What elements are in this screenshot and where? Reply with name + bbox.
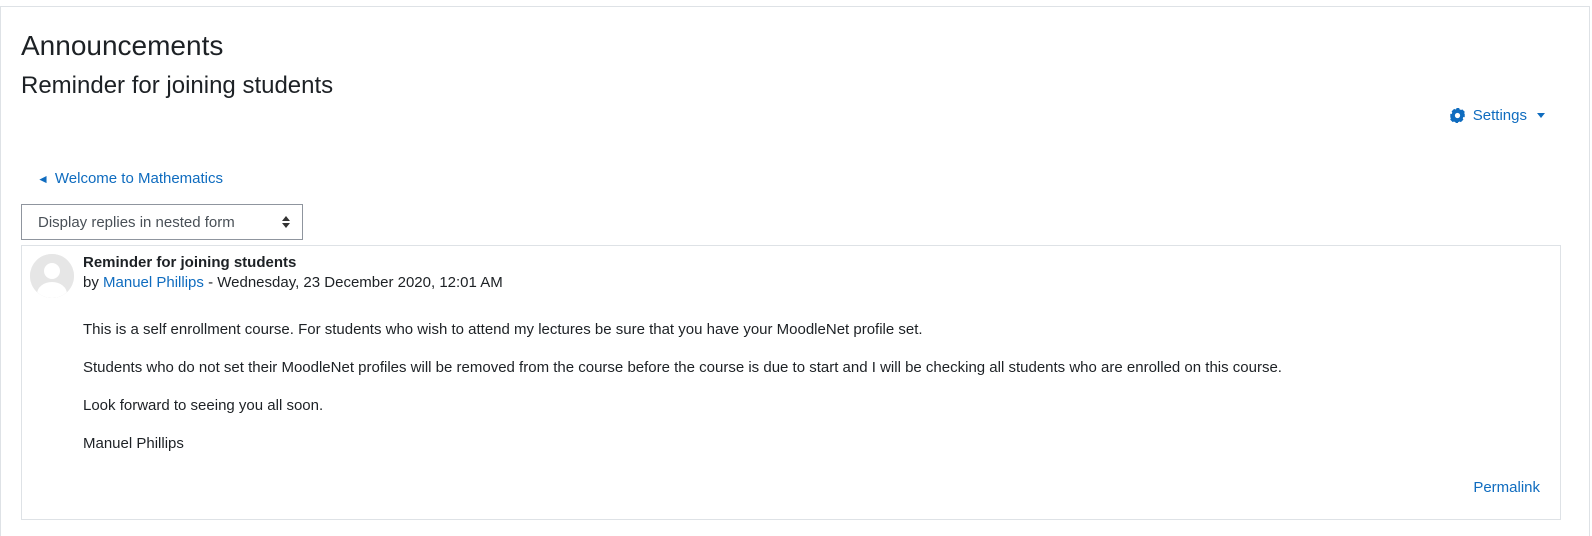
discussion-title: Reminder for joining students [21,72,334,99]
post-byline: by Manuel Phillips - Wednesday, 23 Decem… [83,274,503,291]
gear-icon [1449,108,1465,123]
previous-discussion-link[interactable]: ◄ Welcome to Mathematics [37,170,223,187]
by-prefix: by [83,274,99,291]
forum-post: Reminder for joining students by Manuel … [21,245,1561,520]
post-date: Wednesday, 23 December 2020, 12:01 AM [217,274,503,291]
permalink-link[interactable]: Permalink [1473,479,1540,496]
post-paragraph: Students who do not set their MoodleNet … [83,359,1282,376]
post-subject: Reminder for joining students [83,254,297,271]
post-body: This is a self enrollment course. For st… [83,320,1523,472]
post-paragraph: Look forward to seeing you all soon. [83,397,324,414]
select-arrows-icon [282,216,290,228]
left-arrow-icon: ◄ [37,172,49,186]
chevron-down-icon [1537,113,1545,118]
previous-discussion-label: Welcome to Mathematics [54,170,224,187]
forum-title: Announcements [21,30,224,61]
discussion-container: Announcements Reminder for joining stude… [0,6,1590,536]
author-link[interactable]: Manuel Phillips [103,274,204,291]
display-mode-value: Display replies in nested form [38,213,235,231]
date-separator: - [208,274,214,291]
post-paragraph: This is a self enrollment course. For st… [83,321,923,338]
avatar[interactable] [30,254,74,298]
display-mode-select[interactable]: Display replies in nested form [21,204,303,240]
settings-label: Settings [1472,107,1527,124]
post-signature: Manuel Phillips [83,435,184,452]
settings-menu-button[interactable]: Settings [1449,107,1545,124]
